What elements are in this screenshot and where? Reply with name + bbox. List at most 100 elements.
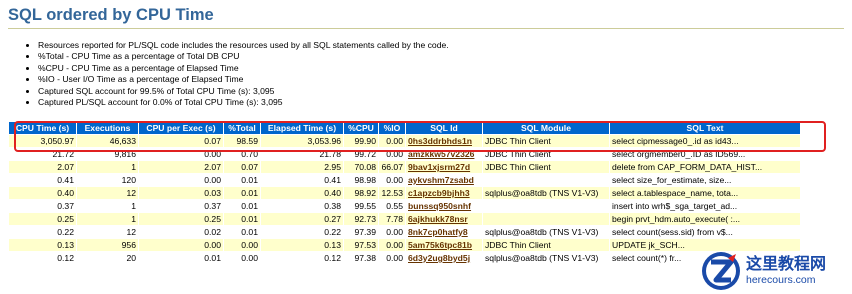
col-cpu-time-cell: 0.12 (9, 252, 76, 264)
col-cpu-time-cell: 0.37 (9, 200, 76, 212)
table-row: 0.41 120 0.00 0.01 0.41 98.98 0.00 aykvshm7zsab… (9, 174, 800, 186)
note-item: %CPU - CPU Time as a percentage of Elaps… (38, 63, 449, 74)
col-elapsed-time-cell: 2.95 (261, 161, 343, 173)
col-sql-module-cell: sqlplus@oa8tdb (TNS V1-V3) (483, 252, 609, 264)
col-sql-module-cell: JDBC Thin Client (483, 148, 609, 160)
col-pct-total-cell: 0.00 (224, 252, 260, 264)
table-row: 21.72 9,816 0.00 0.70 21.78 99.72 0.00 amzkkw57… (9, 148, 800, 160)
sql-cpu-table: CPU Time (s) Executions CPU per Exec (s) %T… (8, 121, 801, 265)
col-pct-total-header[interactable]: %Total (224, 122, 260, 134)
sql-id-link[interactable]: 6d3y2ug8byd5j (408, 253, 470, 263)
col-sql-text-cell: select a.tablespace_name, tota... (610, 187, 800, 199)
table-header-row: CPU Time (s) Executions CPU per Exec (s) %T… (9, 122, 800, 134)
col-cpu-per-exec-cell: 2.07 (139, 161, 223, 173)
col-sql-module-cell: sqlplus@oa8tdb (TNS V1-V3) (483, 226, 609, 238)
col-sql-id-cell: 6ajkhukk78nsr (406, 213, 482, 225)
col-cpu-per-exec-cell: 0.37 (139, 200, 223, 212)
col-sql-module-cell: JDBC Thin Client (483, 239, 609, 251)
watermark: 这里教程网 herecours.com (700, 250, 850, 292)
col-executions-cell: 1 (77, 200, 138, 212)
col-cpu-time-cell: 2.07 (9, 161, 76, 173)
col-sql-id-cell: aykvshm7zsabd (406, 174, 482, 186)
col-cpu-time-cell: 0.41 (9, 174, 76, 186)
sql-id-link[interactable]: 5am75k6tpc81b (408, 240, 472, 250)
col-cpu-per-exec-cell: 0.00 (139, 174, 223, 186)
sql-id-link[interactable]: 8nk7cp0hatfy8 (408, 227, 468, 237)
col-cpu-per-exec-cell: 0.25 (139, 213, 223, 225)
col-sql-module-cell (483, 213, 609, 225)
col-pct-io-cell: 0.00 (379, 135, 405, 147)
col-cpu-per-exec-cell: 0.00 (139, 148, 223, 160)
col-sql-id-cell: 5am75k6tpc81b (406, 239, 482, 251)
col-pct-cpu-cell: 99.90 (344, 135, 378, 147)
col-sql-module-cell: sqlplus@oa8tdb (TNS V1-V3) (483, 187, 609, 199)
col-pct-io-cell: 7.78 (379, 213, 405, 225)
col-pct-io-cell: 0.00 (379, 239, 405, 251)
col-executions-cell: 12 (77, 187, 138, 199)
note-item: %Total - CPU Time as a percentage of Tot… (38, 51, 449, 62)
col-pct-total-cell: 0.01 (224, 226, 260, 238)
col-pct-total-cell: 0.70 (224, 148, 260, 160)
col-executions-cell: 1 (77, 213, 138, 225)
col-sql-text-cell: select orgmember0_.ID as ID569... (610, 148, 800, 160)
note-item: Resources reported for PL/SQL code inclu… (38, 40, 449, 51)
col-pct-cpu-cell: 92.73 (344, 213, 378, 225)
col-pct-io-cell: 0.00 (379, 174, 405, 186)
col-executions-cell: 46,633 (77, 135, 138, 147)
col-elapsed-time-cell: 0.27 (261, 213, 343, 225)
col-pct-io-cell: 0.00 (379, 252, 405, 264)
col-elapsed-time-cell: 0.38 (261, 200, 343, 212)
sql-id-link[interactable]: bunssq950snhf (408, 201, 471, 211)
watermark-cn-text: 这里教程网 (746, 254, 827, 274)
col-pct-total-cell: 0.00 (224, 239, 260, 251)
table-row: 0.37 1 0.37 0.01 0.38 99.55 0.55 bunssq950snhf i… (9, 200, 800, 212)
col-executions-header[interactable]: Executions (77, 122, 138, 134)
col-executions-cell: 9,816 (77, 148, 138, 160)
col-sql-text-cell: insert into wrh$_sga_target_ad... (610, 200, 800, 212)
sql-id-link[interactable]: aykvshm7zsabd (408, 175, 474, 185)
col-sql-module-cell (483, 174, 609, 186)
col-sql-id-cell: 8nk7cp0hatfy8 (406, 226, 482, 238)
col-pct-cpu-header[interactable]: %CPU (344, 122, 378, 134)
col-cpu-per-exec-cell: 0.01 (139, 252, 223, 264)
col-sql-module-cell: JDBC Thin Client (483, 135, 609, 147)
col-pct-cpu-cell: 98.98 (344, 174, 378, 186)
page-title: SQL ordered by CPU Time (8, 6, 844, 29)
col-pct-total-cell: 0.01 (224, 187, 260, 199)
sql-id-link[interactable]: 0hs3ddrbhds1n (408, 136, 472, 146)
col-cpu-per-exec-header[interactable]: CPU per Exec (s) (139, 122, 223, 134)
col-sql-module-header[interactable]: SQL Module (483, 122, 609, 134)
col-pct-io-header[interactable]: %IO (379, 122, 405, 134)
sql-id-link[interactable]: c1apzcb9bjhh3 (408, 188, 470, 198)
col-elapsed-time-cell: 21.78 (261, 148, 343, 160)
col-pct-cpu-cell: 98.92 (344, 187, 378, 199)
col-cpu-time-cell: 0.40 (9, 187, 76, 199)
col-sql-id-header[interactable]: SQL Id (406, 122, 482, 134)
table-row: 0.12 20 0.01 0.00 0.12 97.38 0.00 6d3y2ug8byd5j… (9, 252, 800, 264)
col-sql-text-header[interactable]: SQL Text (610, 122, 800, 134)
table-row: 2.07 1 2.07 0.07 2.95 70.08 66.07 9bav1xjsrm27d… (9, 161, 800, 173)
col-elapsed-time-header[interactable]: Elapsed Time (s) (261, 122, 343, 134)
col-cpu-time-header[interactable]: CPU Time (s) (9, 122, 76, 134)
col-cpu-time-cell: 0.22 (9, 226, 76, 238)
col-sql-text-cell: begin prvt_hdm.auto_execute( :... (610, 213, 800, 225)
col-elapsed-time-cell: 0.22 (261, 226, 343, 238)
col-pct-cpu-cell: 99.72 (344, 148, 378, 160)
col-pct-io-cell: 0.55 (379, 200, 405, 212)
col-sql-id-cell: c1apzcb9bjhh3 (406, 187, 482, 199)
col-sql-id-cell: 0hs3ddrbhds1n (406, 135, 482, 147)
table-row: 0.25 1 0.25 0.01 0.27 92.73 7.78 6ajkhukk78nsr b… (9, 213, 800, 225)
col-pct-total-cell: 0.01 (224, 213, 260, 225)
notes-list: Resources reported for PL/SQL code inclu… (22, 40, 449, 108)
col-pct-cpu-cell: 97.53 (344, 239, 378, 251)
col-elapsed-time-cell: 0.12 (261, 252, 343, 264)
sql-id-link[interactable]: 9bav1xjsrm27d (408, 162, 470, 172)
col-executions-cell: 20 (77, 252, 138, 264)
table-body: 3,050.97 46,633 0.07 98.59 3,053.96 99.90 0.00… (9, 135, 800, 264)
sql-id-link[interactable]: 6ajkhukk78nsr (408, 214, 468, 224)
col-pct-total-cell: 0.01 (224, 200, 260, 212)
col-pct-cpu-cell: 99.55 (344, 200, 378, 212)
table-row: 0.13 956 0.00 0.00 0.13 97.53 0.00 5am75k6tpc81… (9, 239, 800, 251)
col-cpu-per-exec-cell: 0.00 (139, 239, 223, 251)
sql-id-link[interactable]: amzkkw57v2326 (408, 149, 474, 159)
